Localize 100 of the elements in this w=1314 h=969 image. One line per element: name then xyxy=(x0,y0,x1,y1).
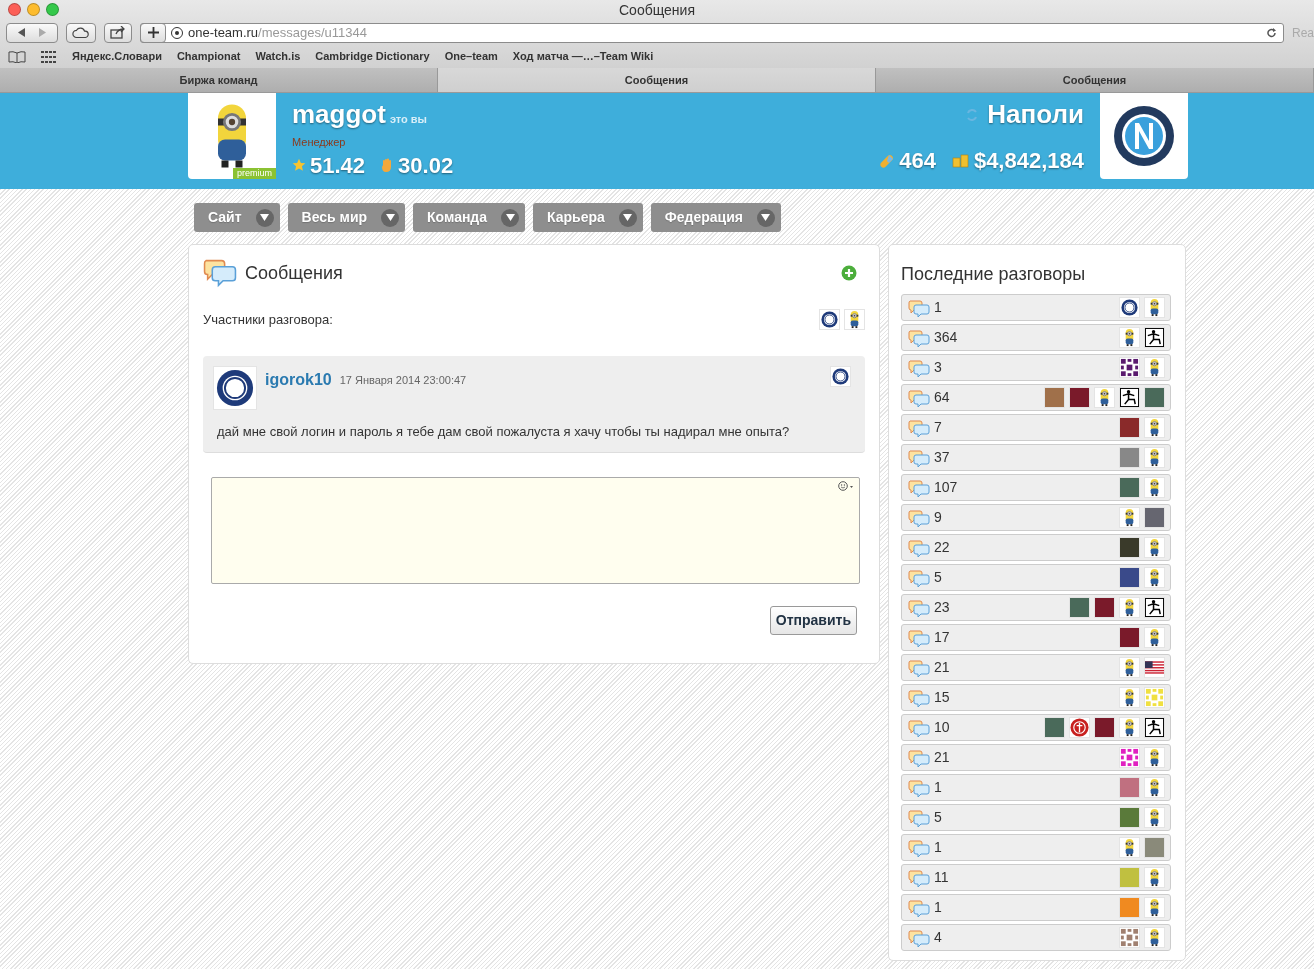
kicker-avatar[interactable] xyxy=(1144,717,1165,738)
you-label: это вы xyxy=(389,112,427,127)
cartoon-avatar[interactable] xyxy=(1144,297,1165,318)
emblem-avatar[interactable] xyxy=(1069,717,1090,738)
conversation-item[interactable]: 9 xyxy=(901,504,1171,531)
photo-placeholder[interactable] xyxy=(1069,597,1090,618)
author-avatar[interactable] xyxy=(213,366,257,410)
bookmark-link[interactable]: Яндекс.Словари xyxy=(72,48,162,65)
conversation-item[interactable]: 21 xyxy=(901,744,1171,771)
conversation-item[interactable]: 1 xyxy=(901,894,1171,921)
share-button[interactable] xyxy=(104,22,132,43)
cartoon-avatar[interactable] xyxy=(1144,537,1165,558)
bookmark-link[interactable]: Championat xyxy=(176,48,241,65)
bookmark-link[interactable]: Watch.is xyxy=(255,48,301,65)
kicker-avatar[interactable] xyxy=(1144,597,1165,618)
browser-tab[interactable]: Биржа команд xyxy=(0,68,438,92)
conversation-item[interactable]: 7 xyxy=(901,414,1171,441)
conversation-item[interactable]: 364 xyxy=(901,324,1171,351)
bookmark-link[interactable]: One–team xyxy=(444,48,498,65)
cartoon-avatar[interactable] xyxy=(1144,357,1165,378)
conversation-item[interactable]: 1 xyxy=(901,834,1171,861)
cartoon-avatar[interactable] xyxy=(1119,657,1140,678)
crest-avatar[interactable] xyxy=(1119,297,1140,318)
cartoon-avatar[interactable] xyxy=(1144,477,1165,498)
add-icon[interactable] xyxy=(841,265,857,281)
photo-placeholder[interactable] xyxy=(1119,807,1140,828)
conversation-item[interactable]: 22 xyxy=(901,534,1171,561)
photo-placeholder[interactable] xyxy=(1094,717,1115,738)
photo-placeholder[interactable] xyxy=(1119,417,1140,438)
cartoon-avatar[interactable] xyxy=(1144,777,1165,798)
send-button[interactable]: Отправить xyxy=(769,605,857,635)
window-control-button[interactable] xyxy=(46,3,59,16)
emoji-button[interactable] xyxy=(838,480,854,491)
cartoon-avatar[interactable] xyxy=(1119,597,1140,618)
cartoon-avatar[interactable] xyxy=(1144,447,1165,468)
cartoon-avatar[interactable] xyxy=(1144,567,1165,588)
conversation-item[interactable]: 10 xyxy=(901,714,1171,741)
message-count: 21 xyxy=(934,748,950,767)
photo-placeholder[interactable] xyxy=(1044,717,1065,738)
conversation-item[interactable]: 37 xyxy=(901,444,1171,471)
photo-placeholder[interactable] xyxy=(1094,597,1115,618)
cartoon-avatar[interactable] xyxy=(1119,327,1140,348)
window-control-button[interactable] xyxy=(8,3,21,16)
team-logo[interactable] xyxy=(1100,93,1188,179)
conversation-item[interactable]: 4 xyxy=(901,924,1171,951)
caret-icon xyxy=(501,208,520,227)
cartoon-avatar[interactable] xyxy=(1119,507,1140,528)
cartoon-avatar[interactable] xyxy=(1144,807,1165,828)
conversation-item[interactable]: 5 xyxy=(901,564,1171,591)
chat-bubbles-icon xyxy=(908,328,930,347)
crest-avatar[interactable] xyxy=(819,309,840,330)
browser-tab[interactable]: Сообщения xyxy=(438,68,876,92)
book-icon[interactable] xyxy=(8,50,26,63)
photo-placeholder[interactable] xyxy=(1119,537,1140,558)
cloud-tabs-button[interactable] xyxy=(66,22,96,43)
cartoon-avatar[interactable] xyxy=(1119,717,1140,738)
cartoon-avatar[interactable] xyxy=(1144,927,1165,948)
chat-bubbles-icon xyxy=(908,418,930,437)
cartoon-avatar[interactable] xyxy=(1119,837,1140,858)
reply-field[interactable] xyxy=(211,476,860,584)
conversation-item[interactable]: 1 xyxy=(901,774,1171,801)
cartoon-avatar[interactable] xyxy=(1144,897,1165,918)
photo-placeholder[interactable] xyxy=(1144,387,1165,408)
conversation-item[interactable]: 23 xyxy=(901,594,1171,621)
cartoon-avatar[interactable] xyxy=(1119,687,1140,708)
conversation-item[interactable]: 5 xyxy=(901,804,1171,831)
author-name[interactable]: igorok10 xyxy=(265,368,332,392)
photo-placeholder[interactable] xyxy=(1119,567,1140,588)
cartoon-avatar[interactable] xyxy=(1144,747,1165,768)
cartoon-avatar[interactable] xyxy=(1144,627,1165,648)
photo-placeholder[interactable] xyxy=(1069,387,1090,408)
conversation-item[interactable]: 1 xyxy=(901,294,1171,321)
photo-placeholder[interactable] xyxy=(1119,477,1140,498)
pattern-avatar[interactable] xyxy=(1119,357,1140,378)
conversation-item[interactable]: 17 xyxy=(901,624,1171,651)
back-forward-button[interactable] xyxy=(6,22,58,43)
message-count: 3 xyxy=(934,358,942,377)
kicker-avatar[interactable] xyxy=(1144,327,1165,348)
chat-bubbles-icon xyxy=(908,928,930,947)
cloud-icon xyxy=(72,26,90,39)
conversation-item[interactable]: 11 xyxy=(901,864,1171,891)
conversation-item[interactable]: 64 xyxy=(901,384,1171,411)
conversation-item[interactable]: 21 xyxy=(901,654,1171,681)
crest-avatar[interactable] xyxy=(830,366,851,387)
flag-avatar[interactable] xyxy=(1144,657,1165,678)
bookmark-link[interactable]: Cambridge Dictionary xyxy=(315,48,430,65)
conversation-item[interactable]: 15 xyxy=(901,684,1171,711)
bookmark-link[interactable]: Ход матча —…–Team Wiki xyxy=(512,48,654,65)
conversation-item[interactable]: 107 xyxy=(901,474,1171,501)
cartoon-avatar[interactable] xyxy=(1144,417,1165,438)
cartoon-avatar[interactable] xyxy=(1094,387,1115,408)
grid-icon[interactable] xyxy=(41,50,57,63)
cartoon-avatar[interactable] xyxy=(844,309,865,330)
browser-tab[interactable]: Сообщения xyxy=(876,68,1314,92)
back-icon xyxy=(18,28,26,37)
kicker-avatar[interactable] xyxy=(1119,387,1140,408)
photo-placeholder[interactable] xyxy=(1119,627,1140,648)
cartoon-avatar[interactable] xyxy=(1144,867,1165,888)
conversation-item[interactable]: 3 xyxy=(901,354,1171,381)
photo-placeholder[interactable] xyxy=(1144,507,1165,528)
